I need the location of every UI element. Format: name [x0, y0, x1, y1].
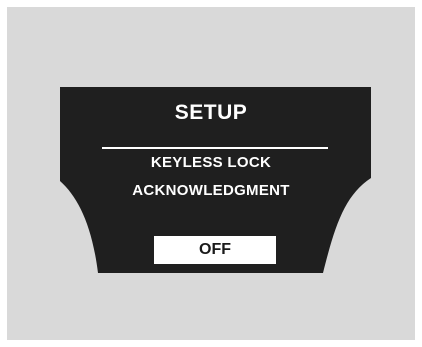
screenshot-frame: SETUP KEYLESS LOCK ACKNOWLEDGMENT OFF [0, 0, 422, 347]
message-line-2: ACKNOWLEDGMENT [132, 182, 290, 199]
option-selected-button[interactable]: OFF [154, 236, 276, 264]
title-divider [102, 147, 328, 149]
message-line-1: KEYLESS LOCK [150, 154, 272, 171]
screen-title: SETUP [174, 101, 248, 124]
setup-display [60, 87, 371, 273]
